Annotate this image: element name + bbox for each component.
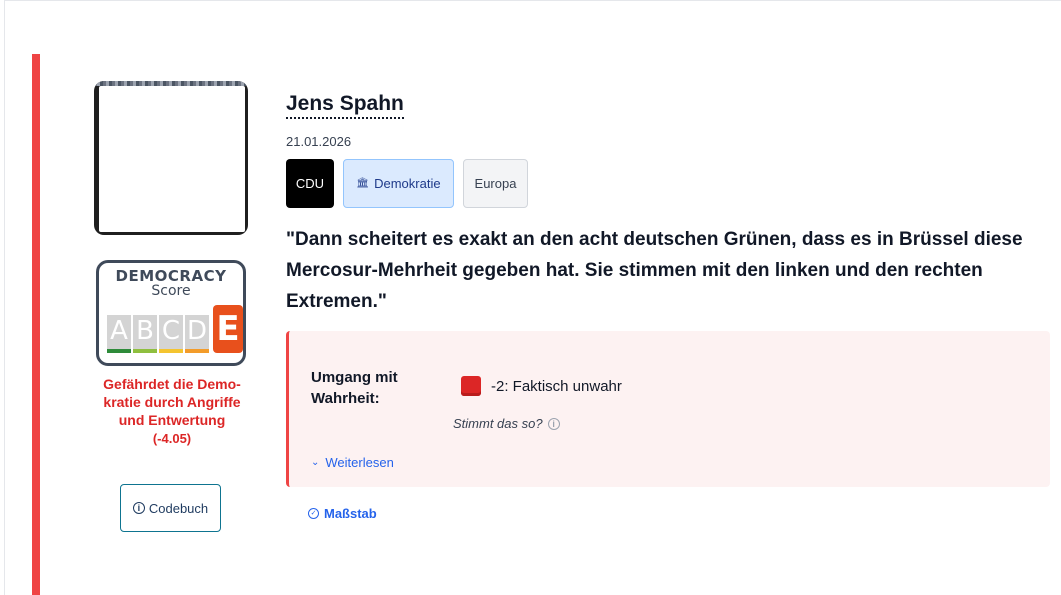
quote-text: "Dann scheitert es exakt an den acht deu… bbox=[286, 229, 1023, 312]
grade-scale: A B C D E bbox=[107, 305, 243, 353]
info-icon: i bbox=[547, 417, 560, 430]
grade-active: E bbox=[213, 305, 243, 353]
score-value: (-4.05) bbox=[152, 431, 192, 446]
assessment-question[interactable]: Stimmt das so? i bbox=[453, 416, 560, 431]
score-subtitle: Score bbox=[151, 283, 191, 299]
democracy-score-badge: DEMOCRACY Score A B C D E bbox=[96, 260, 246, 366]
assessment-value: -2: Faktisch unwahr bbox=[461, 376, 622, 396]
statement-card: DEMOCRACY Score A B C D E Gefährdet die … bbox=[32, 54, 1061, 595]
codebook-button[interactable]: i Codebuch bbox=[120, 484, 221, 532]
grade-b: B bbox=[133, 315, 157, 353]
info-icon: i bbox=[132, 502, 145, 514]
truth-assessment-panel: Umgang mit Wahrheit: -2: Faktisch unwahr… bbox=[286, 331, 1050, 487]
tag-party[interactable]: CDU bbox=[286, 159, 334, 208]
chevron-down-icon: ⌄ bbox=[311, 457, 320, 468]
assessment-label: Umgang mit Wahrheit: bbox=[311, 369, 398, 407]
tag-topic[interactable]: 🏛︎ Demokratie bbox=[343, 159, 454, 208]
tag-list: CDU 🏛︎ Demokratie Europa bbox=[286, 159, 528, 208]
grade-d: D bbox=[185, 315, 209, 353]
red-square-icon bbox=[461, 376, 481, 396]
read-more-link[interactable]: ⌄ Weiterlesen bbox=[311, 455, 394, 470]
tag-region[interactable]: Europa bbox=[463, 159, 528, 208]
grade-c: C bbox=[159, 315, 183, 353]
grade-a: A bbox=[107, 315, 131, 353]
politician-name[interactable]: Jens Spahn bbox=[286, 92, 404, 119]
scale-link[interactable]: ✓ Maßstab bbox=[308, 506, 377, 521]
codebook-label: Codebuch bbox=[148, 500, 209, 516]
politician-photo bbox=[94, 81, 248, 235]
bank-icon: 🏛︎ bbox=[356, 178, 370, 189]
statement-date: 21.01.2026 bbox=[286, 134, 352, 149]
score-verdict: Gefährdet die Demo-kratie durch Angriffe… bbox=[103, 376, 241, 428]
check-circle-icon: ✓ bbox=[308, 508, 319, 519]
